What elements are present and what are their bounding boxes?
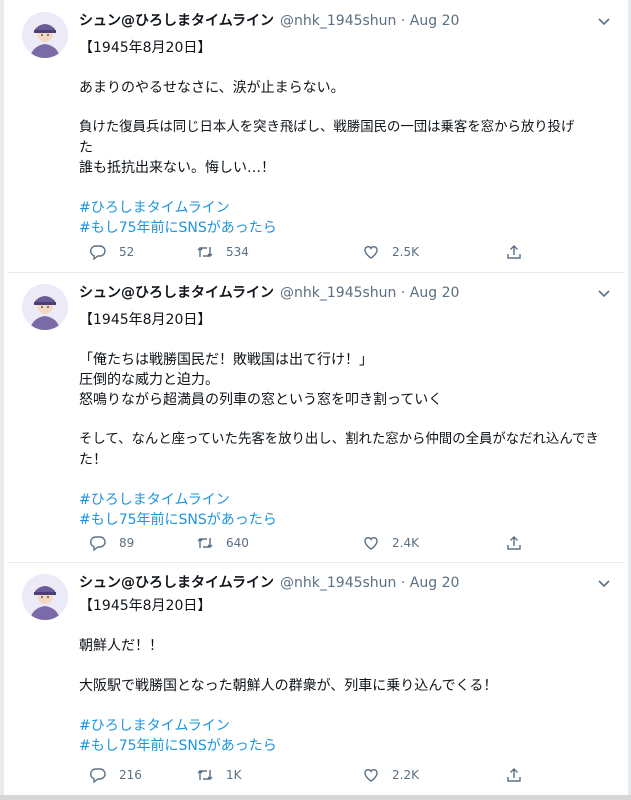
tweet-text-line: 【1945年8月20日】 (79, 312, 212, 328)
reply-count: 216 (119, 768, 142, 782)
tweet-header: シュン@ひろしまタイムライン @nhk_1945shun · Aug 20 (79, 574, 595, 592)
tweet-2[interactable]: シュン@ひろしまタイムライン @nhk_1945shun · Aug 20 【19… (8, 272, 625, 563)
tweet-text-line: た (79, 140, 93, 156)
retweet-icon (197, 538, 213, 548)
separator: · (400, 575, 406, 591)
hashtag-link[interactable]: #もし75年前にSNSがあったら (79, 510, 613, 530)
tweet-text-line (79, 470, 613, 490)
share-icon (507, 245, 521, 259)
tweet-text-line: 【1945年8月20日】 (79, 598, 212, 614)
reply-count: 89 (119, 536, 135, 550)
hashtag-link[interactable]: #ひろしまタイムライン (79, 198, 613, 218)
tweet-date[interactable]: Aug 20 (410, 13, 460, 29)
tweet-date[interactable]: Aug 20 (410, 285, 460, 301)
retweet-button[interactable]: 1K (196, 765, 242, 785)
hashtag-link[interactable]: #もし75年前にSNSがあったら (79, 218, 613, 238)
retweet-count: 640 (226, 536, 249, 550)
separator: · (400, 13, 406, 29)
retweet-count: 534 (226, 245, 249, 259)
like-button[interactable]: 2.5K (362, 242, 419, 262)
like-button[interactable]: 2.4K (362, 533, 419, 553)
avatar-icon[interactable] (22, 12, 68, 58)
caret-down-icon[interactable] (595, 574, 613, 592)
tweet-text-line: 怒鳴りながら超満員の列車の窓という窓を叩き割っていく (79, 392, 443, 408)
tweet-text-line (79, 696, 613, 716)
reply-button[interactable]: 216 (89, 765, 142, 785)
tweet-text-line (79, 656, 613, 676)
reply-icon (90, 245, 106, 261)
tweet-body: 【1945年8月20日】 あまりのやるせなさに、涙が止まらない。 負けた復員兵は… (79, 38, 613, 238)
share-icon (507, 536, 521, 550)
tweet-text-line: 誰も抵抗出来ない。悔しい…！ (79, 160, 275, 176)
caret-down-icon[interactable] (595, 284, 613, 302)
tweet-text-line (79, 178, 613, 198)
frame-left-border (0, 0, 4, 800)
share-button[interactable] (505, 242, 523, 262)
author-handle[interactable]: @nhk_1945shun (280, 13, 396, 29)
tweet-text-line: 圧倒的な威力と迫力。 (79, 372, 219, 388)
retweet-icon (197, 770, 213, 780)
reply-icon (90, 768, 106, 784)
like-icon (364, 769, 378, 782)
tweet-text-line (79, 58, 613, 78)
tweet-actions: 52 534 2.5K (79, 242, 613, 262)
caret-down-icon[interactable] (595, 12, 613, 30)
tweet-text-line: 「俺たちは戦勝国民だ！敗戦国は出て行け！」 (79, 352, 373, 368)
tweet-text-line: そして、なんと座っていた先客を放り出し、割れた窓から仲間の全員がなだれ込んでき (79, 432, 599, 447)
tweet-text-line: 【1945年8月20日】 (79, 40, 212, 56)
tweet-text-line (79, 330, 613, 350)
tweet-text-line (79, 98, 613, 118)
tweet-text-line: あまりのやるせなさに、涙が止まらない。 (79, 80, 345, 96)
author-name[interactable]: シュン@ひろしまタイムライン (79, 13, 274, 29)
separator: · (400, 285, 406, 301)
tweet-text-line: 朝鮮人だ！！ (79, 638, 163, 654)
retweet-button[interactable]: 640 (196, 533, 249, 553)
reply-icon (90, 536, 106, 552)
author-handle[interactable]: @nhk_1945shun (280, 575, 396, 591)
retweet-icon (197, 247, 213, 257)
tweet-text-line: 負けた復員兵は同じ日本人を突き飛ばし、戦勝国民の一団は乗客を窓から放り投げ (79, 120, 575, 135)
hashtag-link[interactable]: #ひろしまタイムライン (79, 716, 613, 736)
tweet-actions: 89 640 2.4K (79, 533, 613, 553)
like-button[interactable]: 2.2K (362, 765, 419, 785)
tweet-header: シュン@ひろしまタイムライン @nhk_1945shun · Aug 20 (79, 12, 595, 30)
hashtag-link[interactable]: #もし75年前にSNSがあったら (79, 736, 613, 756)
like-icon (364, 246, 378, 259)
reply-button[interactable]: 89 (89, 533, 134, 553)
author-name[interactable]: シュン@ひろしまタイムライン (79, 575, 274, 591)
share-button[interactable] (505, 765, 523, 785)
bottom-scroll-strip (0, 795, 631, 800)
share-button[interactable] (505, 533, 523, 553)
tweet-3[interactable]: シュン@ひろしまタイムライン @nhk_1945shun · Aug 20 【19… (8, 562, 625, 794)
tweet-text-line: た！ (79, 452, 107, 468)
like-count: 2.2K (392, 768, 419, 782)
author-name[interactable]: シュン@ひろしまタイムライン (79, 285, 274, 301)
hashtag-link[interactable]: #ひろしまタイムライン (79, 490, 613, 510)
retweet-button[interactable]: 534 (196, 242, 249, 262)
like-count: 2.4K (392, 536, 419, 550)
tweet-text-line (79, 410, 613, 430)
author-handle[interactable]: @nhk_1945shun (280, 285, 396, 301)
tweet-header: シュン@ひろしまタイムライン @nhk_1945shun · Aug 20 (79, 284, 595, 302)
reply-count: 52 (119, 245, 135, 259)
tweet-text-line (79, 616, 613, 636)
share-icon (507, 768, 521, 782)
reply-button[interactable]: 52 (89, 242, 134, 262)
tweet-date[interactable]: Aug 20 (410, 575, 460, 591)
tweet-body: 【1945年8月20日】 「俺たちは戦勝国民だ！敗戦国は出て行け！」 圧倒的な威… (79, 310, 613, 530)
tweet-text-line: 大阪駅で戦勝国となった朝鮮人の群衆が、列車に乗り込んでくる！ (79, 678, 498, 694)
like-icon (364, 537, 378, 550)
avatar-icon[interactable] (22, 574, 68, 620)
retweet-count: 1K (226, 768, 242, 782)
tweet-actions: 216 1K 2.2K (79, 765, 613, 785)
tweet-1[interactable]: シュン@ひろしまタイムライン @nhk_1945shun · Aug 20 【19… (8, 0, 625, 273)
tweet-body: 【1945年8月20日】 朝鮮人だ！！ 大阪駅で戦勝国となった朝鮮人の群衆が、列… (79, 596, 613, 756)
like-count: 2.5K (392, 245, 419, 259)
avatar-icon[interactable] (22, 284, 68, 330)
